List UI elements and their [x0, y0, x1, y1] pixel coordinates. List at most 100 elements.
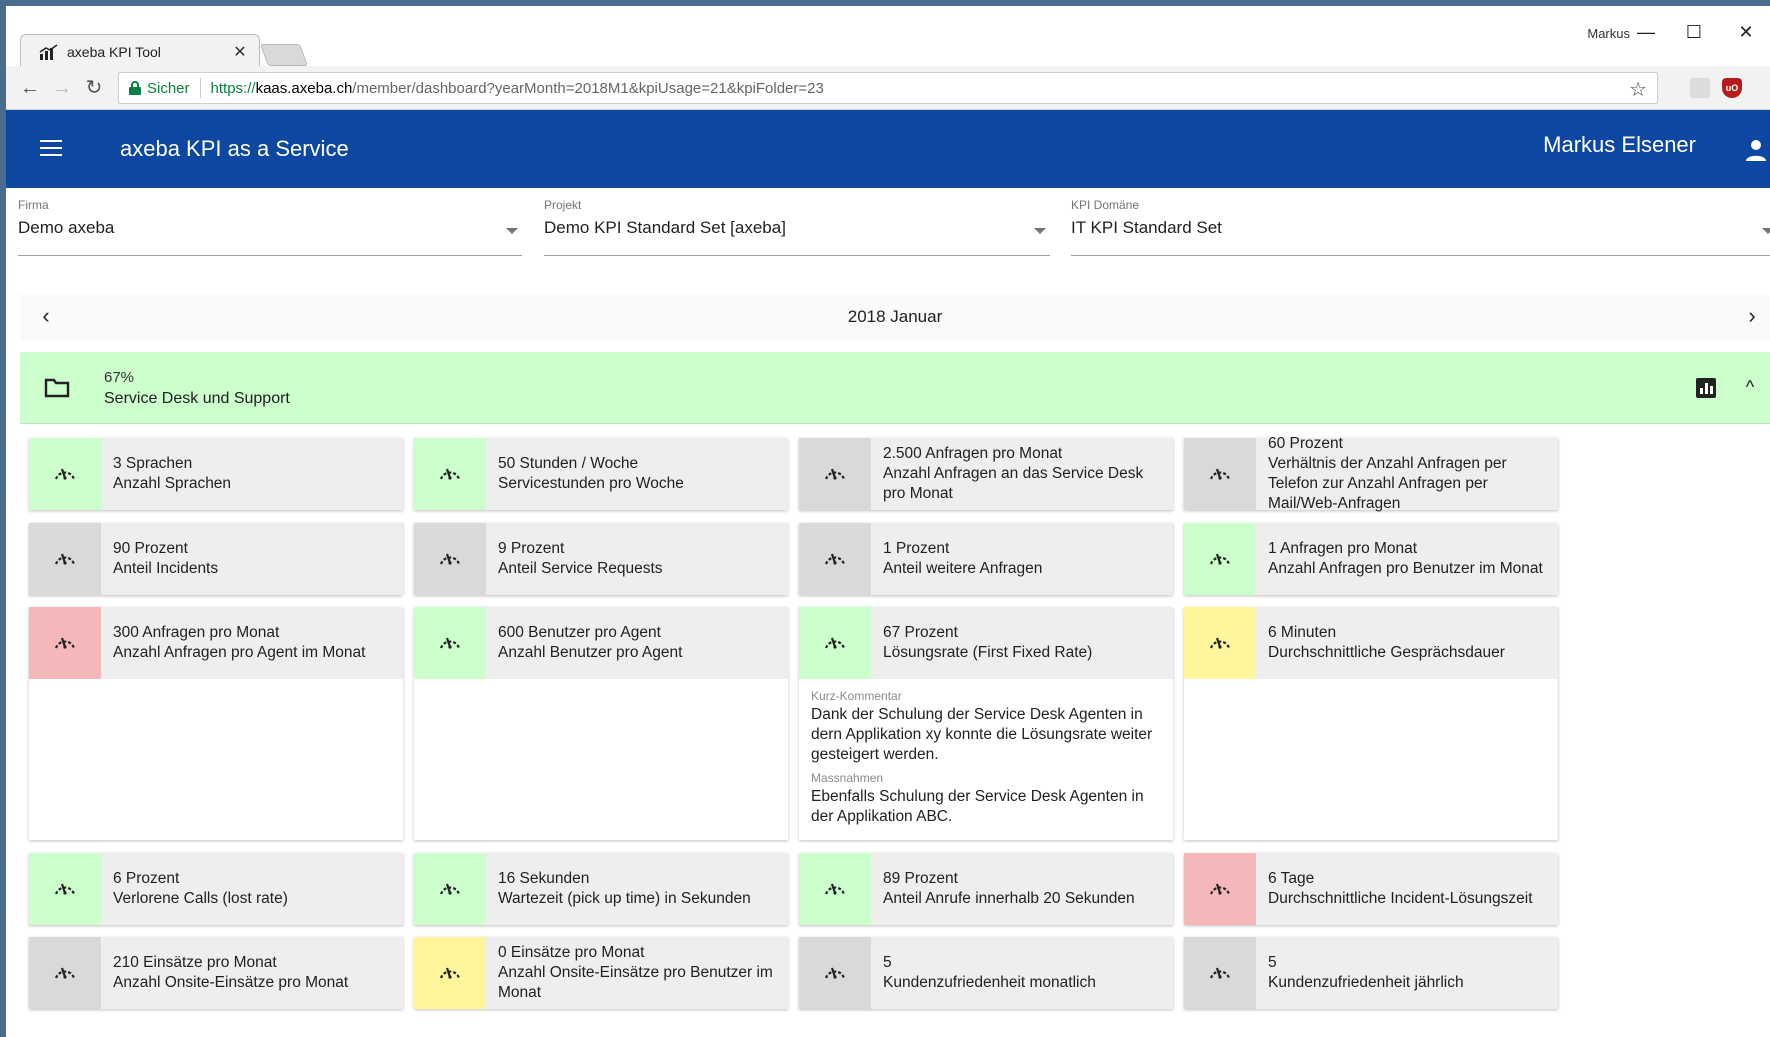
- kpi-status-indicator: [799, 937, 871, 1009]
- firma-select[interactable]: Firma Demo axeba: [18, 198, 522, 256]
- reload-icon[interactable]: ↻: [78, 72, 110, 104]
- kpi-value: 1 Anfragen pro Monat: [1268, 540, 1418, 557]
- kpi-card[interactable]: 50 Stunden / Woche Servicestunden pro Woc…: [414, 438, 788, 510]
- kpi-card[interactable]: 5 Kundenzufriedenheit jährlich: [1184, 937, 1558, 1009]
- kpi-card-header: 89 Prozent Anteil Anrufe innerhalb 20 Sek…: [799, 853, 1173, 925]
- kpi-status-indicator: [799, 438, 871, 510]
- menu-icon[interactable]: ⋮: [1762, 76, 1770, 100]
- tab-close-icon[interactable]: ✕: [231, 42, 249, 62]
- kpi-value: 50 Stunden / Woche: [498, 455, 639, 472]
- maximize-icon[interactable]: ☐: [1674, 18, 1714, 46]
- kpi-card[interactable]: 1 Prozent Anteil weitere Anfragen: [799, 523, 1173, 595]
- month-navigation: ‹ 2018 Januar ›: [20, 294, 1770, 340]
- kpi-text: 67 Prozent Lösungsrate (First Fixed Rate): [883, 607, 1167, 679]
- star-icon[interactable]: ☆: [1629, 77, 1647, 102]
- kpi-card[interactable]: 67 Prozent Lösungsrate (First Fixed Rate)…: [799, 607, 1173, 840]
- app-bar: axeba KPI as a Service Markus Elsener: [6, 110, 1770, 188]
- kpi-card[interactable]: 2.500 Anfragen pro Monat Anzahl Anfragen …: [799, 438, 1173, 510]
- kpi-card-header: 0 Einsätze pro Monat Anzahl Onsite-Einsät…: [414, 937, 788, 1009]
- back-icon[interactable]: ←: [14, 72, 46, 104]
- speedometer-icon: [439, 468, 461, 480]
- ublock-icon[interactable]: uO: [1722, 78, 1742, 98]
- url-host: kaas.axeba.ch: [255, 79, 353, 97]
- app-title: axeba KPI as a Service: [120, 136, 349, 161]
- kpi-name: Anzahl Anfragen an das Service Desk pro …: [883, 465, 1144, 502]
- kpi-value: 210 Einsätze pro Monat: [113, 954, 277, 971]
- kpi-status-indicator: [29, 523, 101, 595]
- hamburger-menu-icon[interactable]: [40, 140, 62, 156]
- dropdown-arrow-icon: [506, 228, 518, 234]
- kpi-card-header: 300 Anfragen pro Monat Anzahl Anfragen pr…: [29, 607, 403, 679]
- kpi-card[interactable]: 3 Sprachen Anzahl Sprachen: [29, 438, 403, 510]
- browser-tab[interactable]: axeba KPI Tool ✕: [20, 34, 260, 68]
- kpi-text: 50 Stunden / Woche Servicestunden pro Woc…: [498, 438, 782, 510]
- pdf-extension-icon[interactable]: [1690, 78, 1710, 98]
- kpi-name: Anzahl Anfragen pro Benutzer im Monat: [1268, 560, 1543, 577]
- kpi-name: Durchschnittliche Incident-Lösungszeit: [1268, 890, 1533, 907]
- kpi-card-body: Kurz-Kommentar Dank der Schulung der Serv…: [799, 679, 1173, 840]
- kpi-card[interactable]: 0 Einsätze pro Monat Anzahl Onsite-Einsät…: [414, 937, 788, 1009]
- kpi-card-header: 5 Kundenzufriedenheit jährlich: [1184, 937, 1558, 1009]
- kpi-domaene-select[interactable]: KPI Domäne IT KPI Standard Set: [1071, 198, 1770, 256]
- kpi-name: Anteil Anrufe innerhalb 20 Sekunden: [883, 890, 1135, 907]
- kpi-value: 89 Prozent: [883, 870, 958, 887]
- dropdown-arrow-icon: [1034, 228, 1046, 234]
- close-window-icon[interactable]: ✕: [1726, 18, 1766, 46]
- kpi-status-indicator: [29, 607, 101, 679]
- kpi-card-header: 50 Stunden / Woche Servicestunden pro Woc…: [414, 438, 788, 510]
- kpi-card[interactable]: 9 Prozent Anteil Service Requests: [414, 523, 788, 595]
- kpi-card[interactable]: 5 Kundenzufriedenheit monatlich: [799, 937, 1173, 1009]
- kpi-card[interactable]: 90 Prozent Anteil Incidents: [29, 523, 403, 595]
- kpi-card-header: 600 Benutzer pro Agent Anzahl Benutzer pr…: [414, 607, 788, 679]
- kpi-card[interactable]: 89 Prozent Anteil Anrufe innerhalb 20 Sek…: [799, 853, 1173, 925]
- kpi-value: 0 Einsätze pro Monat: [498, 944, 645, 961]
- kpi-text: 1 Prozent Anteil weitere Anfragen: [883, 523, 1167, 595]
- kpi-card[interactable]: 210 Einsätze pro Monat Anzahl Onsite-Eins…: [29, 937, 403, 1009]
- kpi-card-header: 6 Tage Durchschnittliche Incident-Lösungs…: [1184, 853, 1558, 925]
- kpi-name: Servicestunden pro Woche: [498, 475, 684, 492]
- kpi-text: 300 Anfragen pro Monat Anzahl Anfragen pr…: [113, 607, 397, 679]
- chart-icon[interactable]: [1696, 378, 1716, 398]
- minimize-icon[interactable]: —: [1626, 18, 1666, 46]
- projekt-value: Demo KPI Standard Set [axeba]: [544, 218, 786, 237]
- collapse-icon[interactable]: ^: [1738, 374, 1762, 398]
- account-icon[interactable]: [1744, 138, 1768, 162]
- kpi-name: Anteil weitere Anfragen: [883, 560, 1043, 577]
- projekt-select[interactable]: Projekt Demo KPI Standard Set [axeba]: [544, 198, 1050, 256]
- speedometer-icon: [54, 553, 76, 565]
- kpi-card[interactable]: 600 Benutzer pro Agent Anzahl Benutzer pr…: [414, 607, 788, 840]
- kpi-value: 300 Anfragen pro Monat: [113, 624, 280, 641]
- firma-value: Demo axeba: [18, 218, 115, 237]
- kpi-text: 3 Sprachen Anzahl Sprachen: [113, 438, 397, 510]
- speedometer-icon: [1209, 553, 1231, 565]
- kpi-text: 0 Einsätze pro Monat Anzahl Onsite-Einsät…: [498, 937, 782, 1009]
- new-tab-button[interactable]: [259, 44, 309, 66]
- speedometer-icon: [1209, 468, 1231, 480]
- dropdown-arrow-icon: [1762, 228, 1770, 234]
- kpi-text: 60 Prozent Verhältnis der Anzahl Anfragen…: [1268, 435, 1552, 512]
- next-month-icon[interactable]: ›: [1740, 304, 1764, 328]
- kpi-text: 90 Prozent Anteil Incidents: [113, 523, 397, 595]
- kpi-status-indicator: [29, 853, 101, 925]
- kpi-card[interactable]: 16 Sekunden Wartezeit (pick up time) in S…: [414, 853, 788, 925]
- kpi-card[interactable]: 300 Anfragen pro Monat Anzahl Anfragen pr…: [29, 607, 403, 840]
- kpi-value: 5: [1268, 954, 1277, 971]
- speedometer-icon: [824, 883, 846, 895]
- kpi-name: Anzahl Onsite-Einsätze pro Monat: [113, 974, 349, 991]
- previous-month-icon[interactable]: ‹: [34, 304, 58, 328]
- forward-icon[interactable]: →: [46, 72, 78, 104]
- kpi-card[interactable]: 1 Anfragen pro Monat Anzahl Anfragen pro …: [1184, 523, 1558, 595]
- user-name[interactable]: Markus Elsener: [1543, 132, 1696, 158]
- kpi-folder-header[interactable]: 67% Service Desk und Support ^: [20, 352, 1770, 424]
- speedometer-icon: [824, 468, 846, 480]
- profile-name[interactable]: Markus: [1587, 26, 1630, 41]
- kpi-card-header: 3 Sprachen Anzahl Sprachen: [29, 438, 403, 510]
- kpi-card[interactable]: 6 Prozent Verlorene Calls (lost rate): [29, 853, 403, 925]
- kpi-card-body: [1184, 679, 1558, 840]
- kpi-text: 89 Prozent Anteil Anrufe innerhalb 20 Sek…: [883, 853, 1167, 925]
- kpi-value: 3 Sprachen: [113, 455, 193, 472]
- kpi-card[interactable]: 60 Prozent Verhältnis der Anzahl Anfragen…: [1184, 435, 1558, 512]
- kpi-card[interactable]: 6 Tage Durchschnittliche Incident-Lösungs…: [1184, 853, 1558, 925]
- kpi-card[interactable]: 6 Minuten Durchschnittliche Gesprächsdaue…: [1184, 607, 1558, 840]
- address-bar[interactable]: Sicher https:// kaas.axeba.ch /member/da…: [118, 72, 1658, 104]
